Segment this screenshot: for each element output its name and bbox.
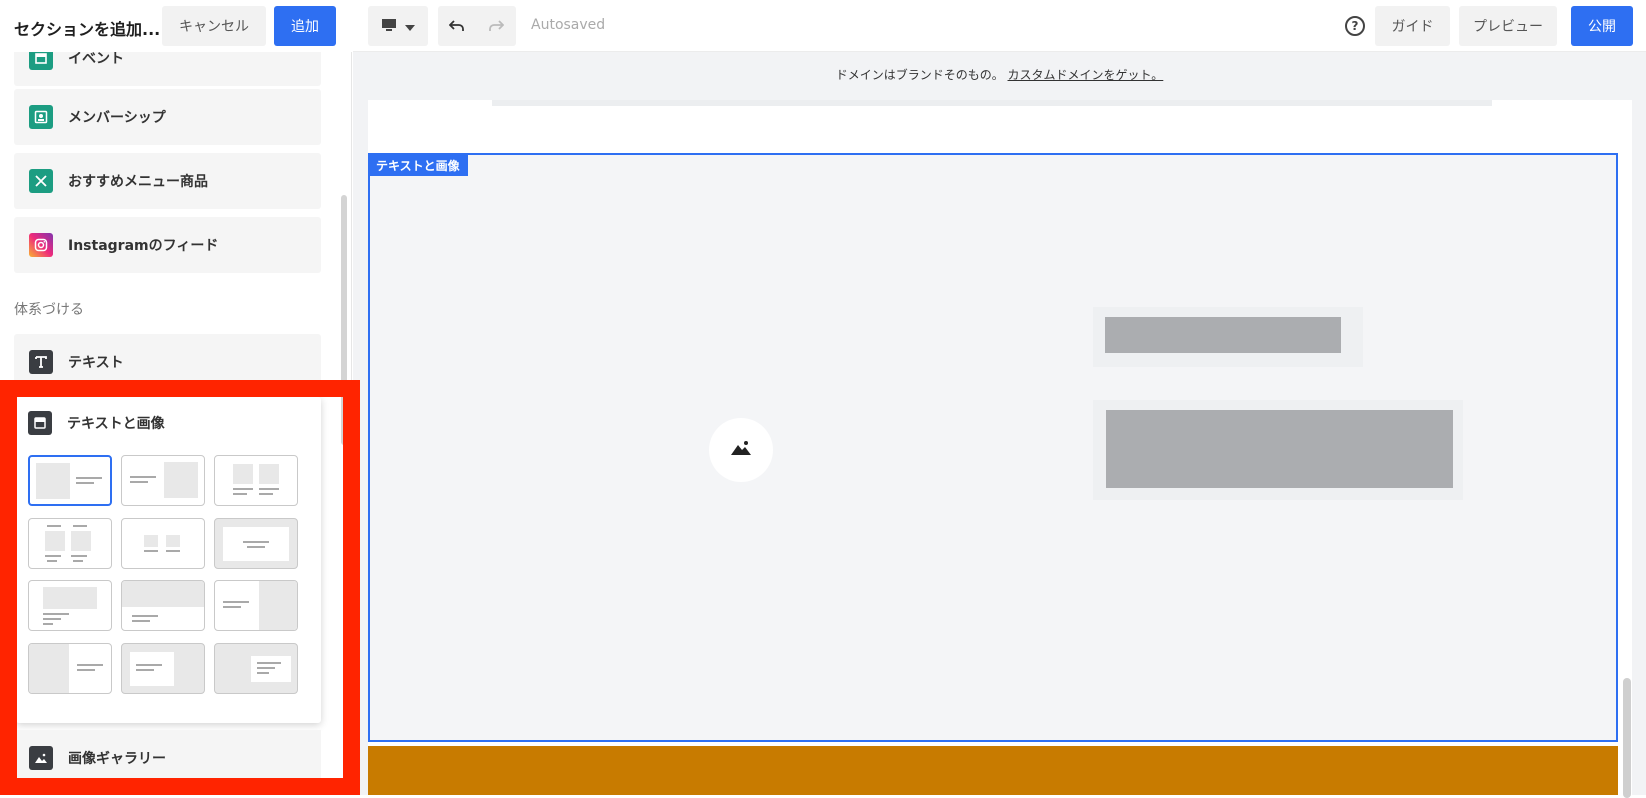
utensils-icon bbox=[29, 169, 53, 193]
layout-option[interactable] bbox=[28, 455, 112, 506]
redo-button[interactable] bbox=[476, 6, 516, 46]
section-item-featured-menu[interactable]: おすすめメニュー商品 bbox=[14, 153, 321, 209]
redo-icon bbox=[488, 16, 505, 37]
section-item-text[interactable]: テキスト bbox=[14, 334, 321, 390]
layout-option[interactable] bbox=[214, 580, 298, 631]
instagram-icon bbox=[29, 233, 53, 257]
preview-button[interactable]: プレビュー bbox=[1459, 6, 1557, 46]
editor-toolbar: Autosaved ? ガイド プレビュー 公開 bbox=[353, 0, 1646, 52]
banner-text: ドメインはブランドそのもの。 bbox=[835, 68, 1004, 82]
section-item-label: 画像ギャラリー bbox=[68, 751, 166, 767]
text-image-card[interactable]: テキストと画像 bbox=[16, 397, 321, 723]
section-item-label: イベント bbox=[68, 52, 124, 67]
domain-banner: ドメインはブランドそのもの。 カスタムドメインをゲット。 bbox=[353, 66, 1646, 83]
canvas-scrollbar[interactable] bbox=[1623, 678, 1631, 798]
text-image-icon bbox=[28, 411, 52, 435]
layout-option[interactable] bbox=[28, 580, 112, 631]
layout-option[interactable] bbox=[214, 643, 298, 694]
body-placeholder-bar bbox=[1106, 410, 1453, 488]
autosave-status: Autosaved bbox=[531, 17, 606, 33]
layout-option[interactable] bbox=[214, 455, 298, 506]
section-item-gallery[interactable]: 画像ギャラリー bbox=[14, 730, 321, 786]
calendar-icon bbox=[29, 52, 53, 70]
publish-button[interactable]: 公開 bbox=[1571, 6, 1633, 46]
undo-button[interactable] bbox=[438, 6, 476, 46]
text-icon bbox=[29, 350, 53, 374]
guide-button[interactable]: ガイド bbox=[1375, 6, 1450, 46]
page-preview[interactable]: テキストと画像 bbox=[368, 100, 1632, 795]
layout-option[interactable] bbox=[121, 455, 205, 506]
section-item-label: メンバーシップ bbox=[68, 110, 166, 126]
layout-option[interactable] bbox=[214, 518, 298, 569]
help-icon[interactable]: ? bbox=[1345, 16, 1365, 36]
text-image-header: テキストと画像 bbox=[28, 411, 165, 435]
text-image-label: テキストと画像 bbox=[67, 416, 165, 432]
custom-domain-link[interactable]: カスタムドメインをゲット。 bbox=[1008, 68, 1164, 82]
image-upload-button[interactable] bbox=[709, 418, 773, 482]
membership-icon bbox=[29, 105, 53, 129]
layout-option[interactable] bbox=[121, 580, 205, 631]
group-heading: 体系づける bbox=[14, 302, 84, 318]
editor-canvas: ドメインはブランドそのもの。 カスタムドメインをゲット。 テキストと画像 bbox=[353, 52, 1646, 798]
body-placeholder[interactable] bbox=[1093, 400, 1463, 500]
title-placeholder[interactable] bbox=[1093, 307, 1363, 367]
cancel-button[interactable]: キャンセル bbox=[162, 6, 266, 46]
image-icon bbox=[730, 440, 752, 460]
add-section-panel: セクションを追加... キャンセル 追加 イベント メンバーシップ おすすめメニ… bbox=[0, 0, 360, 795]
chevron-down-icon bbox=[405, 17, 415, 36]
panel-scrollbar[interactable] bbox=[341, 195, 347, 445]
layout-option[interactable] bbox=[28, 643, 112, 694]
section-item-label: Instagramのフィード bbox=[68, 238, 219, 254]
panel-header: セクションを追加... キャンセル 追加 bbox=[0, 0, 352, 52]
add-button[interactable]: 追加 bbox=[274, 6, 336, 46]
layout-option[interactable] bbox=[121, 643, 205, 694]
section-item-label: おすすめメニュー商品 bbox=[68, 174, 208, 190]
undo-icon bbox=[448, 16, 465, 37]
gallery-icon bbox=[29, 746, 53, 770]
section-item-membership[interactable]: メンバーシップ bbox=[14, 89, 321, 145]
text-image-section[interactable]: テキストと画像 bbox=[368, 153, 1618, 742]
section-item-instagram[interactable]: Instagramのフィード bbox=[14, 217, 321, 273]
next-section[interactable] bbox=[368, 746, 1618, 795]
layout-option[interactable] bbox=[28, 518, 112, 569]
section-item-event[interactable]: イベント bbox=[14, 52, 321, 86]
panel-title: セクションを追加... bbox=[14, 20, 161, 39]
image-placeholder[interactable] bbox=[372, 195, 982, 715]
device-switcher[interactable] bbox=[368, 6, 428, 46]
section-item-label: テキスト bbox=[68, 355, 124, 371]
layout-option[interactable] bbox=[121, 518, 205, 569]
title-placeholder-bar bbox=[1105, 317, 1341, 353]
desktop-icon bbox=[381, 17, 397, 36]
header-strip bbox=[492, 100, 1492, 106]
section-tag: テキストと画像 bbox=[370, 155, 468, 176]
